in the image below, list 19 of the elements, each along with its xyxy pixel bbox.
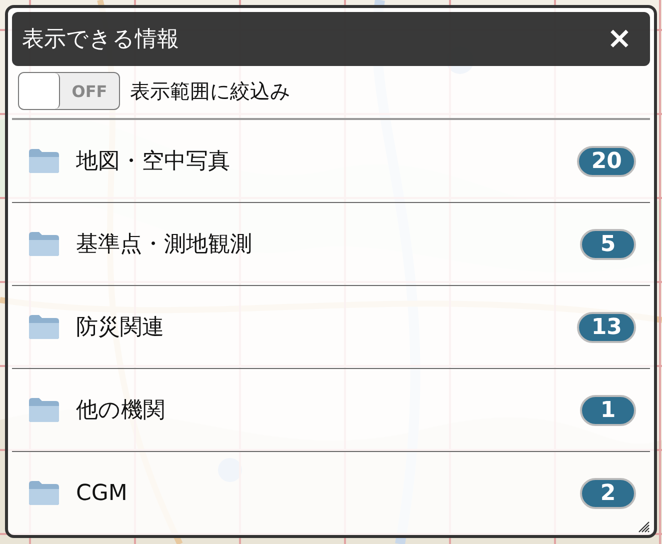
folder-icon — [28, 314, 60, 340]
panel-title: 表示できる情報 — [22, 26, 179, 54]
folder-icon — [28, 148, 60, 174]
folder-item[interactable]: CGM 2 — [12, 452, 650, 534]
count-badge: 5 — [580, 228, 636, 260]
folder-icon — [28, 231, 60, 257]
count-badge: 20 — [577, 146, 636, 176]
folder-item[interactable]: 基準点・測地観測 5 — [12, 203, 650, 286]
filter-label: 表示範囲に絞込み — [130, 78, 290, 104]
count-badge: 2 — [580, 478, 636, 508]
folder-item[interactable]: 他の機関 1 — [12, 369, 650, 452]
resize-grip-icon[interactable] — [638, 521, 650, 533]
folder-item[interactable]: 防災関連 13 — [12, 286, 650, 369]
count-badge: 1 — [580, 394, 636, 426]
folder-item[interactable]: 地図・空中写真 20 — [12, 120, 650, 203]
folder-icon — [28, 480, 60, 506]
count-badge: 13 — [577, 312, 636, 342]
folder-icon — [28, 397, 60, 423]
close-button[interactable]: × — [602, 24, 636, 54]
